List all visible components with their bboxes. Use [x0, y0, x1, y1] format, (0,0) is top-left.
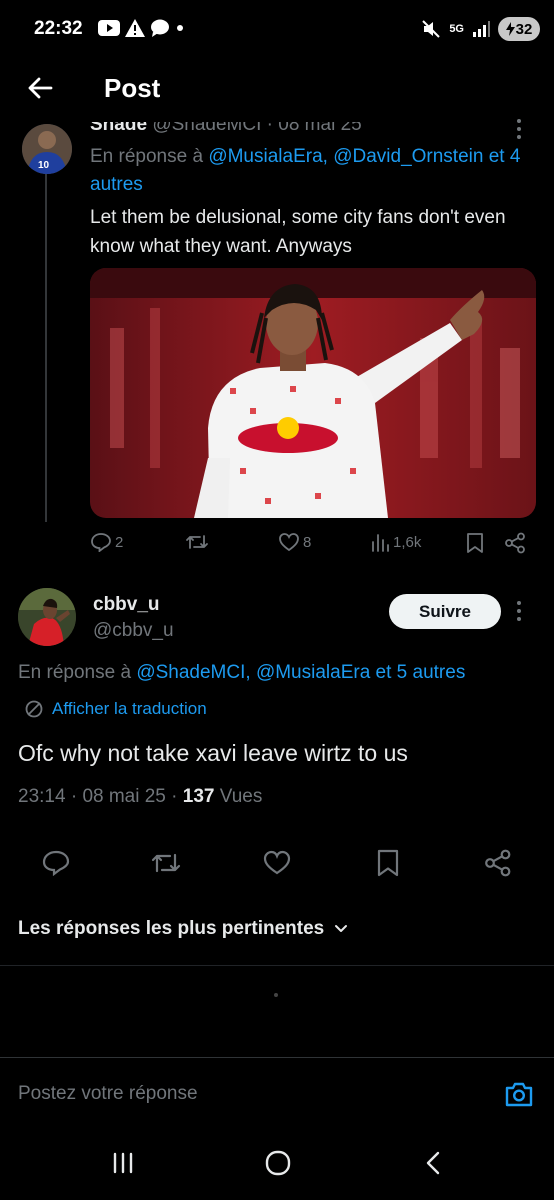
main-reply-to: En réponse à @ShadeMCI, @MusialaEra et 5…	[18, 662, 465, 684]
mention-more-link[interactable]: et 5 autres	[376, 662, 466, 683]
mention-link[interactable]: @MusialaEra	[256, 662, 370, 683]
like-button[interactable]: 8	[278, 532, 311, 552]
translate-icon	[25, 700, 43, 718]
tweet-time: 23:14	[18, 786, 66, 807]
like-button[interactable]	[259, 845, 295, 881]
reply-prefix: En réponse à	[18, 662, 132, 683]
divider	[0, 965, 554, 966]
bookmark-icon	[467, 533, 483, 553]
replies-sort-dropdown[interactable]: Les réponses les plus pertinentes	[18, 918, 348, 940]
parent-tweet-actions: 2 8 1,6k	[90, 532, 536, 558]
recent-apps-icon	[113, 1152, 133, 1174]
reply-button[interactable]: 2	[90, 532, 123, 552]
status-notification-icons	[98, 19, 185, 37]
author-handle[interactable]: @cbbv_u	[93, 620, 174, 642]
thread-line	[45, 170, 47, 522]
arrow-left-icon	[28, 77, 53, 99]
mute-icon	[421, 19, 441, 39]
chat-bubble-icon	[150, 19, 170, 37]
bookmark-button[interactable]	[370, 845, 406, 881]
views-count[interactable]: 137	[183, 786, 215, 807]
status-system-icons: 5G 32	[421, 17, 540, 41]
parent-reply-to: En réponse à @MusialaEra, @David_Ornstei…	[90, 143, 540, 199]
share-icon	[505, 532, 525, 554]
back-button[interactable]	[22, 70, 58, 106]
more-vertical-icon	[517, 601, 521, 621]
bookmark-button[interactable]	[466, 532, 484, 554]
retweet-button[interactable]	[185, 532, 209, 552]
divider	[0, 1057, 554, 1058]
retweet-button[interactable]	[148, 845, 184, 881]
battery-level: 32	[515, 20, 533, 38]
views-label[interactable]: Vues	[220, 786, 263, 807]
tweet-date: 08 mai 25	[82, 786, 166, 807]
mention-link[interactable]: @MusialaEra,	[208, 146, 328, 167]
parent-tweet-text: Let them be delusional, some city fans d…	[90, 207, 506, 257]
retweet-icon	[186, 535, 208, 549]
parent-date: 08 mai 25	[278, 114, 362, 135]
warning-icon	[125, 19, 145, 37]
parent-separator: ·	[266, 114, 273, 135]
avatar-shade[interactable]: 10	[22, 124, 72, 174]
back-nav-button[interactable]	[413, 1146, 453, 1180]
signal-icon	[472, 21, 490, 37]
main-tweet-actions	[0, 845, 554, 881]
more-options-button[interactable]	[516, 118, 522, 140]
like-count: 8	[303, 533, 312, 551]
follow-button[interactable]: Suivre	[389, 594, 501, 629]
mention-link[interactable]: @David_Ornstein	[333, 146, 483, 167]
heart-icon	[263, 850, 291, 875]
replies-sort-label: Les réponses les plus pertinentes	[18, 918, 325, 939]
bookmark-icon	[377, 849, 399, 877]
camera-button[interactable]	[504, 1080, 534, 1108]
mention-link[interactable]: @ShadeMCI,	[136, 662, 250, 683]
views-count: 1,6k	[393, 533, 422, 551]
comment-icon	[42, 850, 70, 876]
share-button[interactable]	[480, 845, 516, 881]
tweet-text: Ofc why not take xavi leave wirtz to us	[18, 740, 408, 766]
youtube-icon	[98, 20, 120, 36]
comment-icon	[91, 533, 111, 552]
share-button[interactable]	[504, 532, 526, 554]
reply-count: 2	[115, 533, 124, 551]
avatar-cbbv[interactable]	[18, 588, 76, 646]
tweet-media-image[interactable]	[90, 268, 536, 518]
svg-text:10: 10	[38, 160, 50, 171]
page-title: Post	[104, 73, 161, 103]
chevron-left-icon	[426, 1151, 440, 1175]
dot-icon	[175, 23, 185, 33]
parent-display-name[interactable]: Shade	[90, 122, 147, 135]
tweet-meta: 23:14 · 08 mai 25 · 137 Vues	[18, 786, 262, 808]
meta-separator: ·	[171, 786, 178, 807]
home-circle-icon	[265, 1150, 291, 1176]
translate-label: Afficher la traduction	[52, 699, 207, 718]
recent-apps-button[interactable]	[103, 1146, 143, 1180]
camera-icon	[505, 1082, 533, 1107]
reply-button[interactable]	[38, 845, 74, 881]
parent-handle[interactable]: @ShadeMCI	[152, 122, 261, 135]
author-display-name[interactable]: cbbv_u	[93, 594, 160, 616]
more-options-button[interactable]	[516, 600, 522, 622]
meta-separator: ·	[70, 786, 78, 807]
reply-input[interactable]	[18, 1083, 478, 1105]
more-vertical-icon	[517, 119, 521, 139]
translate-button[interactable]: Afficher la traduction	[24, 699, 207, 719]
system-navigation-bar	[0, 1126, 554, 1200]
loading-indicator	[274, 993, 278, 997]
chevron-down-icon	[335, 925, 348, 932]
home-button[interactable]	[258, 1146, 298, 1180]
views-button[interactable]: 1,6k	[370, 532, 421, 552]
status-time: 22:32	[34, 18, 83, 39]
reply-prefix: En réponse à	[90, 146, 204, 167]
network-type: 5G	[449, 22, 464, 35]
parent-tweet-header: Shade @ShadeMCI · 08 mai 25	[90, 114, 362, 136]
battery-charging-icon: 32	[498, 17, 540, 41]
share-icon	[485, 849, 511, 877]
heart-icon	[279, 533, 299, 552]
retweet-icon	[151, 853, 181, 873]
bar-chart-icon	[372, 534, 389, 552]
